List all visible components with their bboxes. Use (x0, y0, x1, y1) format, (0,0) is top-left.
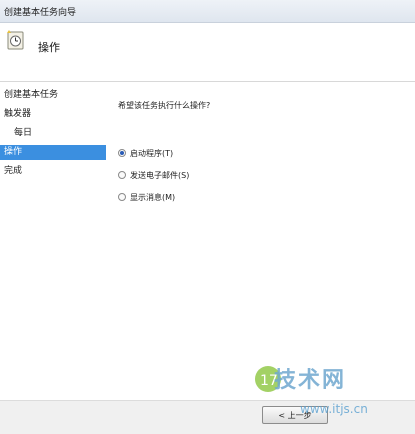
watermark-brand: 技术网 (274, 368, 347, 393)
window-title: 创建基本任务向导 (4, 8, 77, 18)
watermark-site: www.itjs.cn (300, 402, 368, 416)
wizard-header: 操作 (0, 23, 415, 82)
option-label[interactable]: 启动程序(T) (130, 148, 173, 160)
sidebar-item-daily[interactable]: 每日 (0, 126, 106, 141)
page-title: 操作 (38, 41, 60, 54)
title-bar: 创建基本任务向导 (0, 0, 415, 23)
action-question: 希望该任务执行什么操作? (118, 101, 211, 110)
option-label[interactable]: 发送电子邮件(S) (130, 170, 189, 182)
task-clock-icon (6, 29, 26, 51)
sidebar-item-create-basic-task[interactable]: 创建基本任务 (0, 88, 106, 103)
wizard-steps-sidebar: 创建基本任务 触发器 每日 操作 完成 (0, 86, 108, 386)
radio-button[interactable] (118, 149, 126, 157)
sidebar-item-action[interactable]: 操作 (0, 145, 106, 160)
radio-button[interactable] (118, 193, 126, 201)
sidebar-item-finish[interactable]: 完成 (0, 164, 106, 179)
option-label[interactable]: 显示消息(M) (130, 192, 175, 204)
sidebar-item-trigger[interactable]: 触发器 (0, 107, 106, 122)
radio-button[interactable] (118, 171, 126, 179)
